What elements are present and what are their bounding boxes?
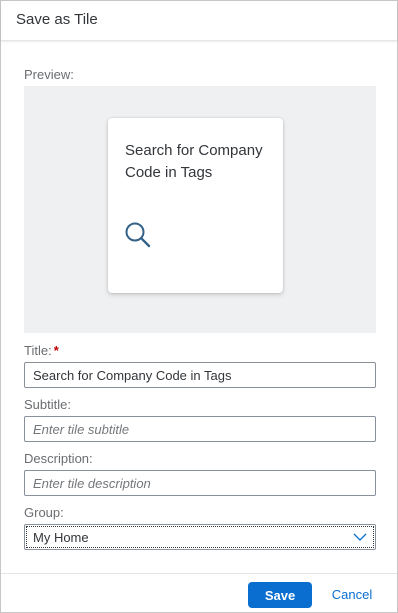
preview-label: Preview: bbox=[24, 67, 74, 82]
description-label: Description: bbox=[24, 451, 93, 466]
title-label-text: Title: bbox=[24, 343, 52, 358]
save-as-tile-dialog: Save as Tile Preview: Search for Company… bbox=[0, 0, 398, 613]
search-icon bbox=[125, 222, 151, 248]
dialog-footer: Save Cancel bbox=[1, 573, 397, 613]
chevron-down-icon[interactable] bbox=[353, 531, 367, 543]
required-marker: * bbox=[53, 343, 59, 358]
title-input[interactable] bbox=[24, 362, 376, 388]
save-button[interactable]: Save bbox=[248, 582, 312, 608]
group-select-value: My Home bbox=[33, 530, 89, 545]
tile-preview-title: Search for Company Code in Tags bbox=[125, 142, 263, 181]
dialog-title: Save as Tile bbox=[16, 11, 98, 28]
cancel-button[interactable]: Cancel bbox=[324, 582, 380, 608]
subtitle-input[interactable] bbox=[24, 416, 376, 442]
tile-preview-area: Search for Company Code in Tags bbox=[24, 86, 376, 333]
subtitle-label: Subtitle: bbox=[24, 397, 71, 412]
group-label: Group: bbox=[24, 505, 64, 520]
description-input[interactable] bbox=[24, 470, 376, 496]
tile-preview: Search for Company Code in Tags bbox=[108, 118, 283, 293]
title-label: Title: * bbox=[24, 343, 59, 358]
group-select[interactable]: My Home bbox=[24, 524, 376, 550]
dialog-header: Save as Tile bbox=[1, 1, 397, 41]
